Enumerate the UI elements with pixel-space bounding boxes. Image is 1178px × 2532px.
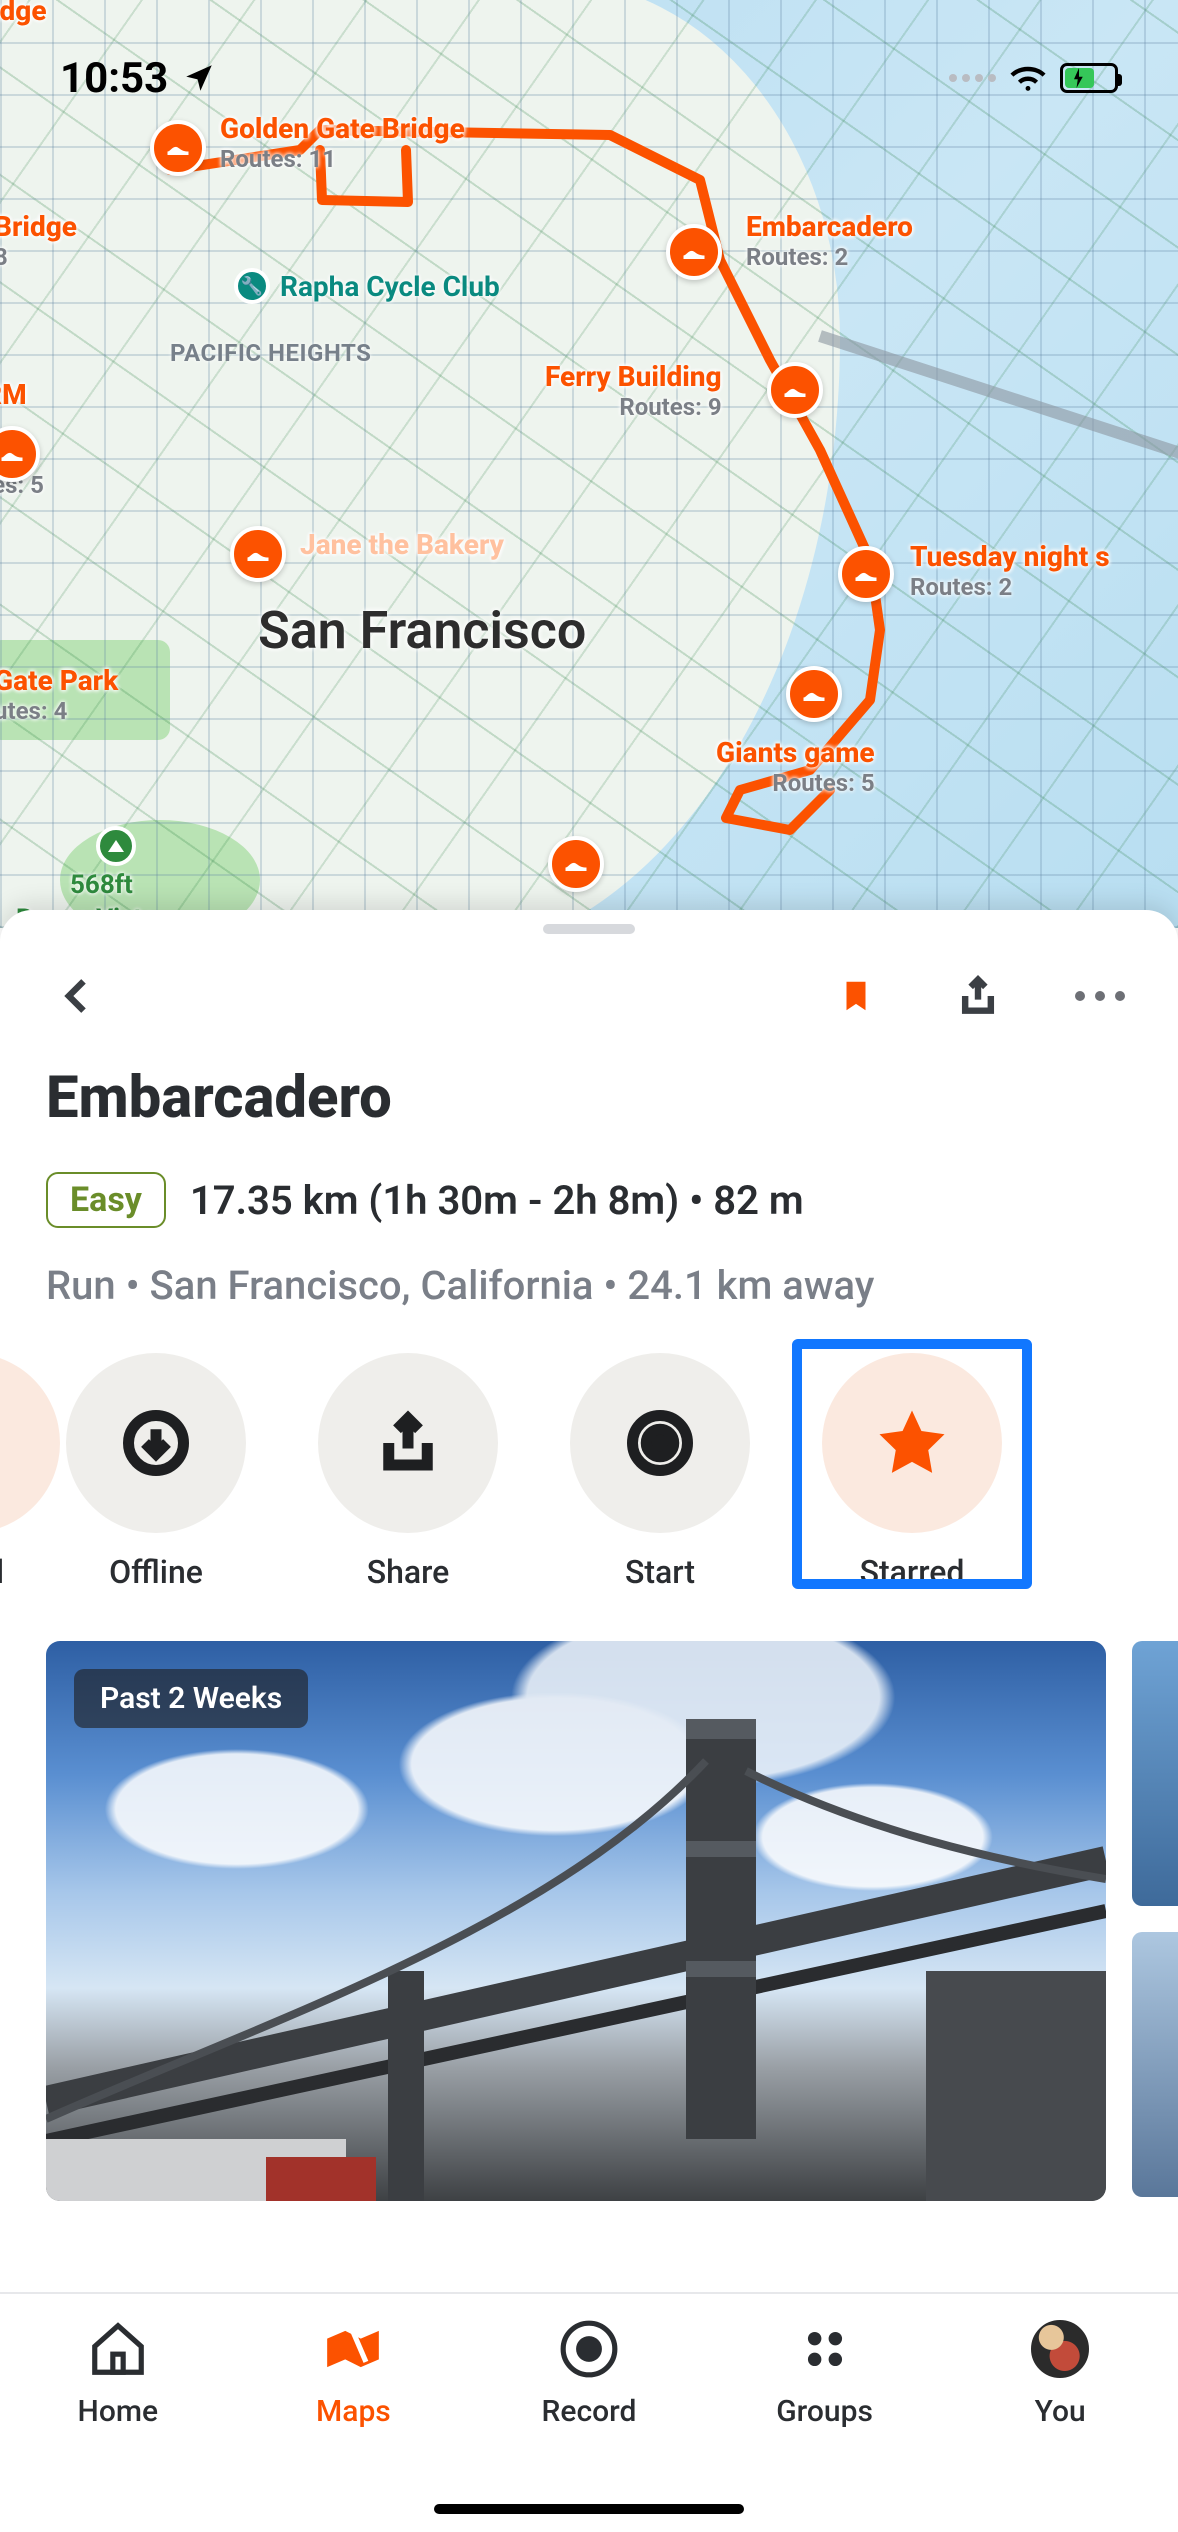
status-time: 10:53 <box>60 54 168 103</box>
tab-you[interactable]: You <box>942 2318 1178 2429</box>
map-shop-rapha[interactable]: 🔧 Rapha Cycle Club <box>234 268 500 304</box>
poi-idge[interactable]: idge <box>0 0 47 27</box>
record-icon <box>558 2318 620 2380</box>
poi-ferry-building[interactable]: Ferry Building Routes: 9 <box>545 360 722 421</box>
location-arrow-icon <box>182 61 216 95</box>
poi-tuesday-night[interactable]: Tuesday night s Routes: 2 <box>838 540 1110 601</box>
cellular-dots-icon <box>949 74 996 82</box>
home-indicator <box>434 2504 744 2514</box>
shoe-icon <box>150 120 206 176</box>
share-button[interactable] <box>946 964 1010 1028</box>
route-title: Embarcadero <box>46 1064 1132 1132</box>
action-share[interactable]: Share <box>282 1353 534 1591</box>
battery-icon <box>1060 63 1118 93</box>
action-start[interactable]: Start <box>534 1353 786 1591</box>
action-row: aved Offline Share Start Starred <box>0 1309 1178 1591</box>
bookmark-button[interactable] <box>824 964 888 1028</box>
more-button[interactable] <box>1068 964 1132 1028</box>
poi-bridge-west[interactable]: Bridge 8 <box>0 210 77 271</box>
maps-icon <box>322 2318 384 2380</box>
route-subtitle: Run • San Francisco, California • 24.1 k… <box>0 1228 1178 1309</box>
route-detail-sheet: Embarcadero Easy 17.35 km (1h 30m - 2h 8… <box>0 910 1178 2532</box>
star-filled-icon <box>822 1353 1002 1533</box>
tab-maps[interactable]: Maps <box>236 2318 472 2429</box>
shoe-icon <box>786 666 842 722</box>
groups-icon <box>794 2318 856 2380</box>
peak-elevation: 568ft <box>70 870 133 900</box>
shoe-icon <box>838 546 894 602</box>
status-bar: 10:53 <box>0 48 1178 108</box>
tab-home[interactable]: Home <box>0 2318 236 2429</box>
action-saved[interactable]: aved <box>0 1353 30 1591</box>
peak-icon <box>96 826 136 866</box>
wrench-icon: 🔧 <box>234 268 270 304</box>
poi-bottom[interactable] <box>548 836 604 892</box>
sheet-grabber[interactable] <box>543 924 635 934</box>
avatar-icon <box>1029 2318 1091 2380</box>
photo-thumb-1[interactable] <box>1132 1641 1178 1906</box>
action-starred[interactable]: Starred <box>786 1353 1038 1591</box>
record-icon <box>570 1353 750 1533</box>
photo-thumb-2[interactable] <box>1132 1932 1178 2197</box>
shoe-icon <box>230 526 286 582</box>
share-icon <box>318 1353 498 1533</box>
photo-carousel[interactable]: Past 2 Weeks <box>0 1591 1178 2201</box>
shoe-icon <box>767 362 823 418</box>
map-neighborhood-label: PACIFIC HEIGHTS <box>170 340 371 366</box>
wifi-icon <box>1010 64 1046 92</box>
back-button[interactable] <box>46 964 110 1028</box>
poi-jane-bakery[interactable]: Jane the Bakery <box>230 528 504 561</box>
difficulty-badge: Easy <box>46 1172 166 1228</box>
poi-golden-gate-bridge[interactable]: Golden Gate Bridge Routes: 11 <box>160 112 465 173</box>
map-view[interactable]: San Francisco PACIFIC HEIGHTS 🔧 Rapha Cy… <box>0 0 1178 928</box>
tab-record[interactable]: Record <box>471 2318 707 2429</box>
map-city-label: San Francisco <box>258 600 586 661</box>
home-icon <box>87 2318 149 2380</box>
poi-gg-park[interactable]: Gate Park utes: 4 <box>0 664 118 725</box>
tab-groups[interactable]: Groups <box>707 2318 943 2429</box>
shoe-icon <box>548 836 604 892</box>
photo-timeframe-pill: Past 2 Weeks <box>74 1669 308 1728</box>
photo-primary[interactable]: Past 2 Weeks <box>46 1641 1106 2201</box>
poi-embarcadero[interactable]: Embarcadero Routes: 2 <box>676 210 913 271</box>
route-stats: 17.35 km (1h 30m - 2h 8m) • 82 m <box>190 1177 804 1224</box>
poi-rm[interactable]: RM tes: 5 <box>0 420 44 499</box>
tab-bar: Home Maps Record Groups You <box>0 2292 1178 2532</box>
shoe-icon <box>666 224 722 280</box>
download-icon <box>66 1353 246 1533</box>
more-icon <box>1075 991 1125 1001</box>
poi-giants-game[interactable]: Giants game Routes: 5 <box>716 736 875 797</box>
action-offline[interactable]: Offline <box>30 1353 282 1591</box>
